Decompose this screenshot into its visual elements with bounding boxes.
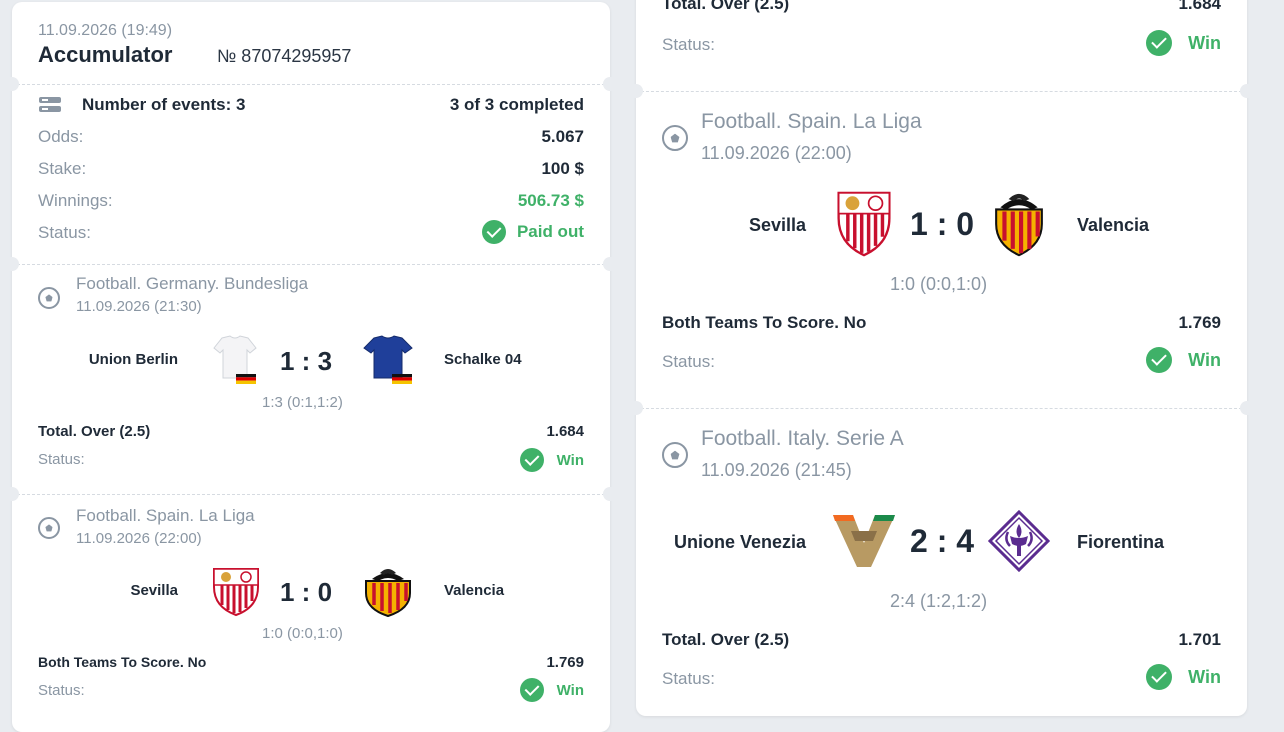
completed-count: 3 of 3 completed: [449, 95, 584, 114]
venezia-crest-icon: [833, 515, 895, 567]
winnings-value: 506.73 $: [517, 191, 584, 210]
event-league: Football. Spain. La Liga: [76, 506, 255, 525]
market-odds: 1.769: [546, 654, 584, 671]
notch: [5, 77, 19, 91]
stake-label: Stake:: [38, 159, 87, 178]
ticket-datetime: 11.09.2026 (19:49): [38, 22, 173, 39]
event-status-label: Status:: [38, 451, 85, 468]
event-league: Football. Germany. Bundesliga: [76, 274, 309, 293]
fiorentina-crest-icon: [988, 510, 1050, 572]
divider: [12, 494, 610, 495]
check-circle-icon: [1145, 347, 1172, 373]
halves-score: 1:0 (0:0,1:0): [262, 625, 343, 642]
event-status: Win: [1145, 347, 1221, 373]
event-league: Football. Spain. La Liga: [701, 110, 922, 133]
halves-score: 1:3 (0:1,1:2): [262, 394, 343, 411]
divider: [12, 84, 610, 85]
event-status: Win: [520, 448, 584, 472]
home-team: Unione Venezia: [673, 532, 806, 552]
event-status-label: Status:: [662, 35, 715, 54]
event-status: Win: [520, 678, 584, 702]
check-circle-icon: [482, 220, 507, 244]
match-score: 1 : 0: [280, 577, 333, 607]
odds-label: Odds:: [38, 127, 84, 146]
event-status: Win: [1145, 30, 1221, 56]
check-circle-icon: [1145, 30, 1172, 56]
market-odds: 1.684: [1178, 0, 1221, 13]
market-odds: 1.769: [1178, 313, 1221, 332]
check-circle-icon: [520, 678, 545, 702]
winnings-label: Winnings:: [38, 191, 113, 210]
market-name: Total. Over (2.5): [38, 423, 151, 440]
stake-value: 100 $: [541, 159, 584, 178]
away-team: Valencia: [444, 582, 505, 599]
ticket-number: № 87074295957: [217, 46, 352, 66]
market-name: Both Teams To Score. No: [662, 313, 867, 332]
divider: [636, 91, 1247, 92]
divider: [12, 264, 610, 265]
sevilla-crest-icon: [837, 191, 891, 257]
check-circle-icon: [520, 448, 545, 472]
event-datetime: 11.09.2026 (21:30): [76, 298, 202, 315]
event-datetime: 11.09.2026 (21:45): [701, 460, 852, 480]
status-label: Status:: [38, 223, 91, 242]
event-league: Football. Italy. Serie A: [701, 427, 904, 450]
halves-score: 1:0 (0:0,1:0): [890, 274, 988, 294]
home-kit-icon: [213, 335, 257, 384]
notch: [603, 257, 617, 271]
notch: [1240, 401, 1254, 415]
match-score: 2 : 4: [910, 523, 975, 559]
home-team: Sevilla: [748, 215, 806, 235]
event-datetime: 11.09.2026 (22:00): [76, 530, 202, 547]
football-icon: [662, 125, 688, 151]
away-kit-icon: [363, 335, 413, 384]
market-name: Total. Over (2.5): [662, 630, 790, 649]
check-circle-icon: [1145, 664, 1172, 690]
events-count: Number of events: 3: [82, 95, 246, 114]
notch: [629, 401, 643, 415]
away-team: Fiorentina: [1077, 532, 1165, 552]
football-icon: [38, 517, 60, 539]
ticket-type: Accumulator: [38, 42, 173, 67]
football-icon: [662, 442, 688, 468]
notch: [603, 77, 617, 91]
divider: [636, 408, 1247, 409]
notch: [629, 84, 643, 98]
valencia-crest-icon: [995, 193, 1043, 257]
valencia-crest-icon: [365, 569, 411, 617]
status-badge: Paid out: [482, 220, 584, 244]
notch: [5, 257, 19, 271]
notch: [603, 487, 617, 501]
event-status: Win: [1145, 664, 1221, 690]
event-datetime: 11.09.2026 (22:00): [701, 143, 852, 163]
football-icon: [38, 287, 60, 309]
away-team: Valencia: [1077, 215, 1150, 235]
market-name: Both Teams To Score. No: [38, 654, 207, 670]
home-team: Sevilla: [130, 582, 178, 599]
event-status-label: Status:: [662, 669, 715, 688]
market-odds: 1.701: [1178, 630, 1221, 649]
event-status-label: Status:: [662, 352, 715, 371]
match-score: 1 : 3: [280, 346, 333, 376]
bet-ticket-card-detail: Total. Over (2.5) 1.684 Status: Win Foot…: [629, 0, 1254, 716]
market-odds: 1.684: [546, 423, 584, 440]
away-team: Schalke 04: [444, 351, 522, 368]
status-value: Paid out: [516, 222, 584, 241]
market-name: Total. Over (2.5): [662, 0, 790, 13]
odds-value: 5.067: [541, 127, 584, 146]
bet-ticket-card: 11.09.2026 (19:49) Accumulator № 8707429…: [5, 2, 617, 732]
match-score: 1 : 0: [910, 206, 975, 242]
notch: [5, 487, 19, 501]
halves-score: 2:4 (1:2,1:2): [890, 591, 988, 611]
home-team: Union Berlin: [88, 351, 178, 368]
event-status-label: Status:: [38, 682, 85, 699]
notch: [1240, 84, 1254, 98]
ticket-icon: [39, 97, 61, 112]
sevilla-crest-icon: [213, 568, 259, 617]
